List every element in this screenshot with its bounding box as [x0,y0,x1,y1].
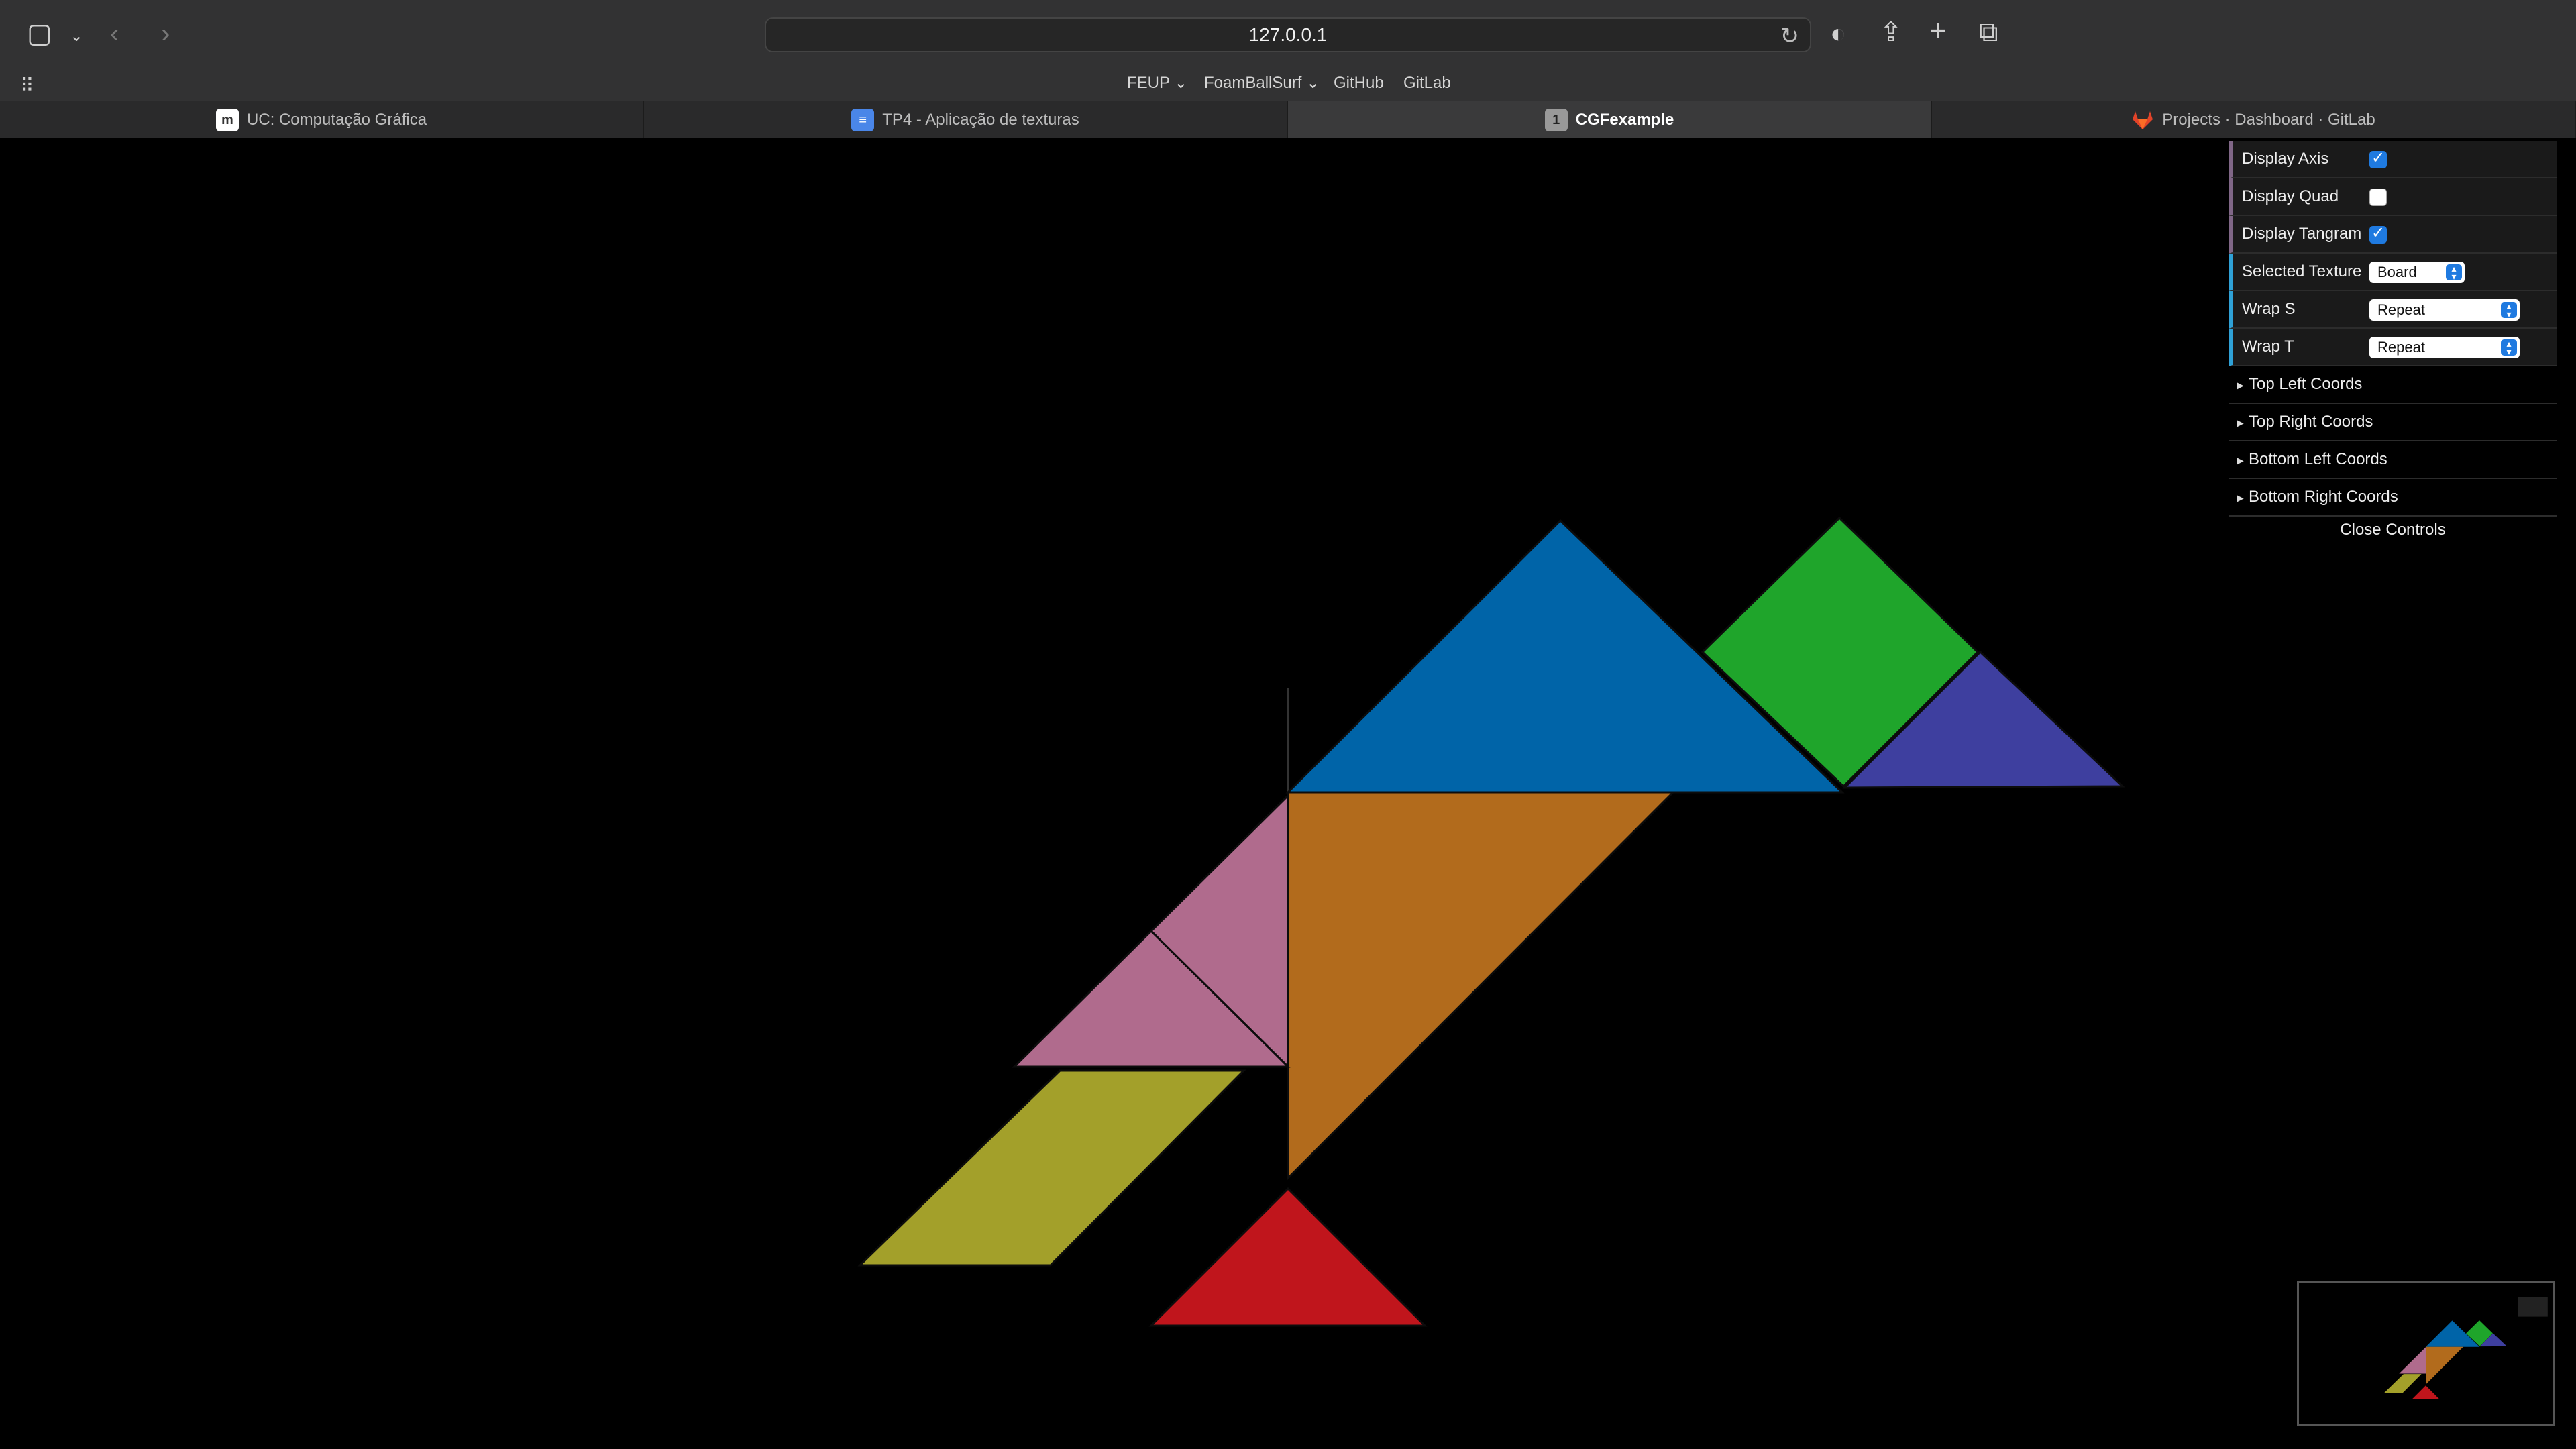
select-arrows-icon: ▴ ▾ [2501,339,2517,356]
wrap-s-row: Wrap S Repeat ▴ ▾ [2229,291,2557,329]
display-axis-row: Display Axis [2229,141,2557,178]
tab-bar: m UC: Computação Gráfica ≡ TP4 - Aplicaç… [0,101,2576,139]
display-quad-checkbox[interactable] [2369,189,2387,206]
tangram-big-triangle-orange [1287,791,1676,1181]
select-arrows-icon: ▴ ▾ [2446,264,2462,281]
folder-top-left-coords[interactable]: ▶ Top Left Coords [2229,366,2557,404]
grid-icon[interactable]: ⠿ [20,72,34,99]
share-icon[interactable]: ⇪ [1880,19,1902,46]
caret-right-icon: ▶ [2237,417,2244,428]
shield-icon[interactable]: ◐ [1830,20,1846,47]
page-thumbnail [2297,1281,2555,1426]
forward-icon[interactable]: › [161,20,170,47]
tab-tp4-texturas[interactable]: ≡ TP4 - Aplicação de texturas [644,101,1288,139]
caret-right-icon: ▶ [2237,492,2244,503]
browser-toolbar: ▢ ⌄ ‹ › 127.0.0.1 ↻ ◐ ⇪ + ⧉ [0,0,2576,68]
select-arrows-icon: ▴ ▾ [2501,301,2517,319]
chevron-down-icon[interactable]: ⌄ [70,23,83,50]
caret-right-icon: ▶ [2237,380,2244,390]
tab-uc-computacao-grafica[interactable]: m UC: Computação Gráfica [0,101,644,139]
wrap-t-row: Wrap T Repeat ▴ ▾ [2229,329,2557,366]
close-controls-button[interactable]: Close Controls [2229,517,2557,546]
bookmark-github[interactable]: GitHub [1334,71,1384,95]
controls-panel: Display Axis Display Quad Display Tangra… [2229,141,2557,546]
selected-texture-row: Selected Texture Board ▴ ▾ [2229,254,2557,291]
address-bar[interactable]: 127.0.0.1 ↻ [765,17,1811,52]
bookmark-foamballsurf[interactable]: FoamBallSurf ⌄ [1204,71,1320,95]
tab-overview-icon[interactable]: ⧉ [1979,19,1998,46]
url-text: 127.0.0.1 [1248,24,1328,45]
tab-gitlab-dashboard[interactable]: Projects · Dashboard · GitLab [1932,101,2576,139]
folder-bottom-right-coords[interactable]: ▶ Bottom Right Coords [2229,479,2557,517]
wrap-t-select[interactable]: Repeat ▴ ▾ [2369,337,2520,358]
new-tab-icon[interactable]: + [1929,16,1947,46]
moodle-icon: m [215,109,239,131]
selected-texture-select[interactable]: Board ▴ ▾ [2369,262,2465,283]
bookmark-gitlab[interactable]: GitLab [1403,71,1451,95]
tangram-parallelogram-yellow [857,1069,1246,1267]
display-axis-checkbox[interactable] [2369,148,2387,168]
display-tangram-row: Display Tangram [2229,216,2557,254]
sidebar-toggle-icon[interactable]: ▢ [27,20,52,47]
folder-bottom-left-coords[interactable]: ▶ Bottom Left Coords [2229,441,2557,479]
tab-cgfexample[interactable]: 1 CGFexample [1288,101,1932,139]
bookmark-feup[interactable]: FEUP ⌄ [1127,71,1187,95]
tangram-small-triangle-red [1148,1187,1428,1327]
tangram-scene [857,516,2125,1327]
gitlab-icon [2133,111,2153,129]
wrap-s-select[interactable]: Repeat ▴ ▾ [2369,299,2520,321]
docs-icon: ≡ [851,109,875,131]
number-one-icon: 1 [1544,109,1568,131]
back-icon[interactable]: ‹ [110,20,119,47]
webgl-canvas[interactable] [0,138,2576,1449]
favorites-bar: ⠿ FEUP ⌄ FoamBallSurf ⌄ GitHub GitLab [0,68,2576,101]
reload-icon[interactable]: ↻ [1780,23,1800,50]
folder-top-right-coords[interactable]: ▶ Top Right Coords [2229,404,2557,441]
display-tangram-checkbox[interactable] [2369,223,2387,244]
display-quad-row: Display Quad [2229,178,2557,216]
thumbnail-scene [2383,1297,2548,1399]
caret-right-icon: ▶ [2237,455,2244,466]
